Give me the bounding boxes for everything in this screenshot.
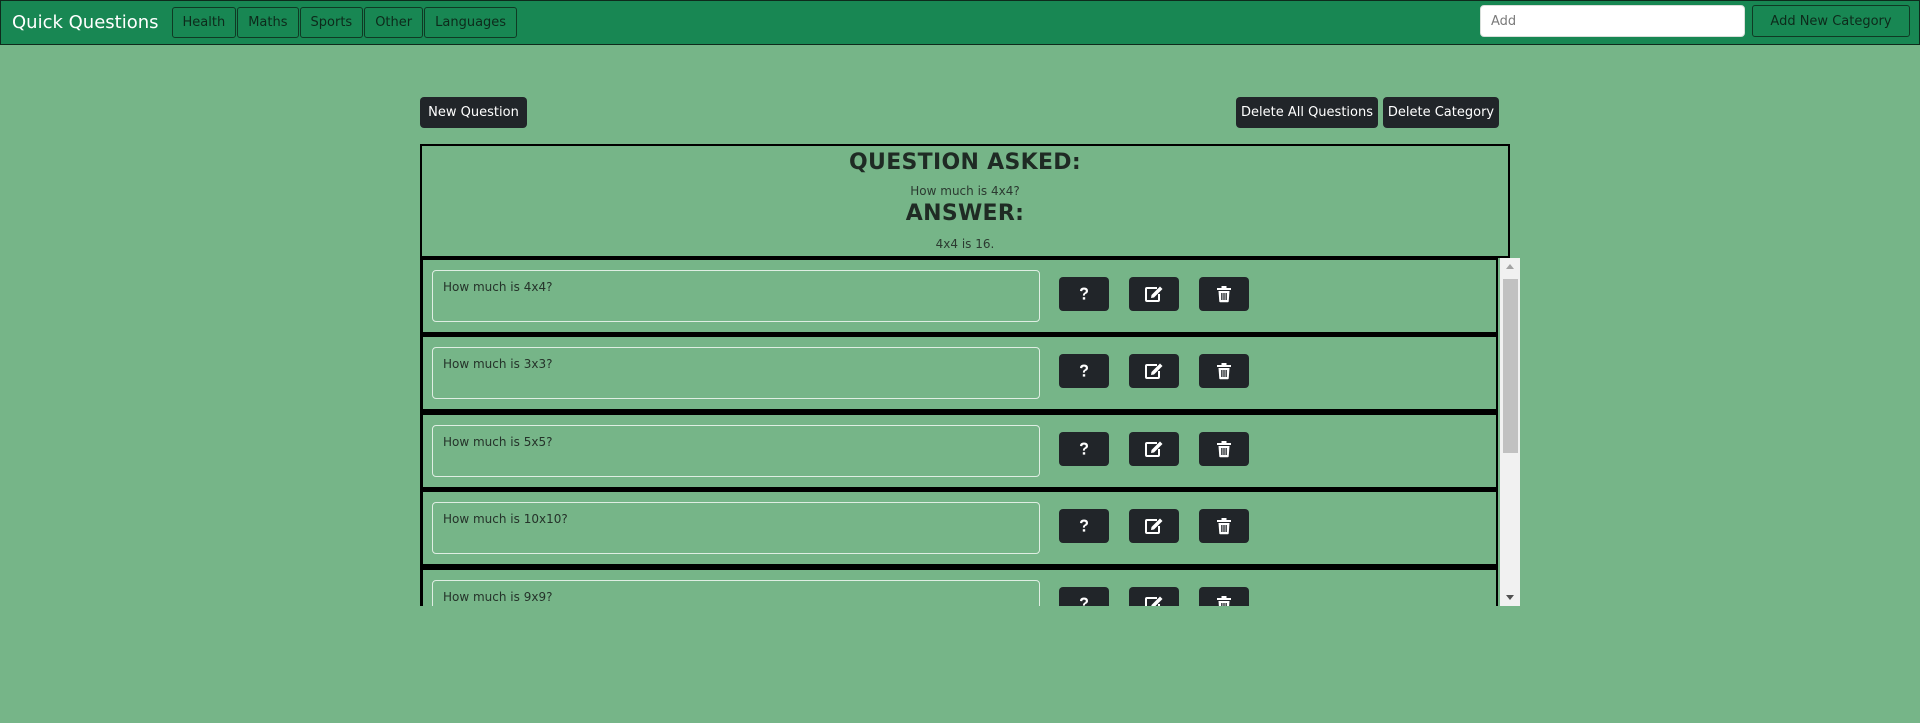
question-row: How much is 4x4? — [420, 257, 1498, 335]
delete-question-button[interactable] — [1199, 432, 1249, 466]
question-icon — [1077, 441, 1091, 457]
scrollbar-thumb[interactable] — [1503, 279, 1518, 453]
question-list[interactable]: How much is 4x4? How much is 3x3? How mu… — [420, 257, 1520, 606]
ask-question-button[interactable] — [1059, 432, 1109, 466]
question-field[interactable]: How much is 5x5? — [432, 425, 1040, 477]
edit-icon — [1144, 595, 1164, 606]
delete-question-button[interactable] — [1199, 277, 1249, 311]
edit-icon — [1144, 517, 1164, 535]
delete-category-button[interactable]: Delete Category — [1383, 97, 1499, 128]
edit-icon — [1144, 440, 1164, 458]
ask-question-button[interactable] — [1059, 509, 1109, 543]
question-icon — [1077, 596, 1091, 606]
answer-heading: ANSWER: — [905, 201, 1025, 226]
add-category-input[interactable] — [1480, 5, 1745, 37]
question-row: How much is 9x9? — [420, 567, 1498, 606]
new-question-button[interactable]: New Question — [420, 97, 527, 128]
edit-question-button[interactable] — [1129, 432, 1179, 466]
trash-icon — [1216, 285, 1232, 303]
navbar: Quick Questions Health Maths Sports Othe… — [0, 0, 1920, 45]
delete-question-button[interactable] — [1199, 587, 1249, 606]
question-row: How much is 10x10? — [420, 489, 1498, 567]
question-text: How much is 4x4? — [910, 184, 1020, 198]
edit-question-button[interactable] — [1129, 354, 1179, 388]
category-button-maths[interactable]: Maths — [237, 7, 299, 38]
scroll-up-arrow[interactable] — [1500, 258, 1520, 275]
edit-icon — [1144, 362, 1164, 380]
question-heading: QUESTION ASKED: — [849, 150, 1081, 175]
brand-title[interactable]: Quick Questions — [12, 12, 159, 33]
trash-icon — [1216, 517, 1232, 535]
question-field[interactable]: How much is 4x4? — [432, 270, 1040, 322]
add-category-button[interactable]: Add New Category — [1752, 5, 1910, 37]
edit-question-button[interactable] — [1129, 587, 1179, 606]
ask-question-button[interactable] — [1059, 354, 1109, 388]
question-icon — [1077, 518, 1091, 534]
category-button-sports[interactable]: Sports — [299, 7, 364, 38]
question-icon — [1077, 286, 1091, 302]
delete-question-button[interactable] — [1199, 354, 1249, 388]
answer-text: 4x4 is 16. — [935, 237, 995, 251]
question-row: How much is 3x3? — [420, 334, 1498, 412]
question-field[interactable]: How much is 9x9? — [432, 580, 1040, 606]
question-field[interactable]: How much is 10x10? — [432, 502, 1040, 554]
question-field[interactable]: How much is 3x3? — [432, 347, 1040, 399]
edit-question-button[interactable] — [1129, 277, 1179, 311]
scroll-down-arrow[interactable] — [1500, 589, 1520, 606]
question-answer-panel: QUESTION ASKED: How much is 4x4? ANSWER:… — [420, 144, 1510, 258]
edit-icon — [1144, 285, 1164, 303]
question-icon — [1077, 363, 1091, 379]
category-button-other[interactable]: Other — [364, 7, 424, 38]
trash-icon — [1216, 362, 1232, 380]
edit-question-button[interactable] — [1129, 509, 1179, 543]
question-row: How much is 5x5? — [420, 412, 1498, 490]
category-button-languages[interactable]: Languages — [424, 7, 518, 38]
ask-question-button[interactable] — [1059, 277, 1109, 311]
delete-all-questions-button[interactable]: Delete All Questions — [1236, 97, 1378, 128]
list-scrollbar[interactable] — [1500, 258, 1520, 606]
trash-icon — [1216, 595, 1232, 606]
category-button-health[interactable]: Health — [171, 7, 237, 38]
trash-icon — [1216, 440, 1232, 458]
delete-question-button[interactable] — [1199, 509, 1249, 543]
ask-question-button[interactable] — [1059, 587, 1109, 606]
